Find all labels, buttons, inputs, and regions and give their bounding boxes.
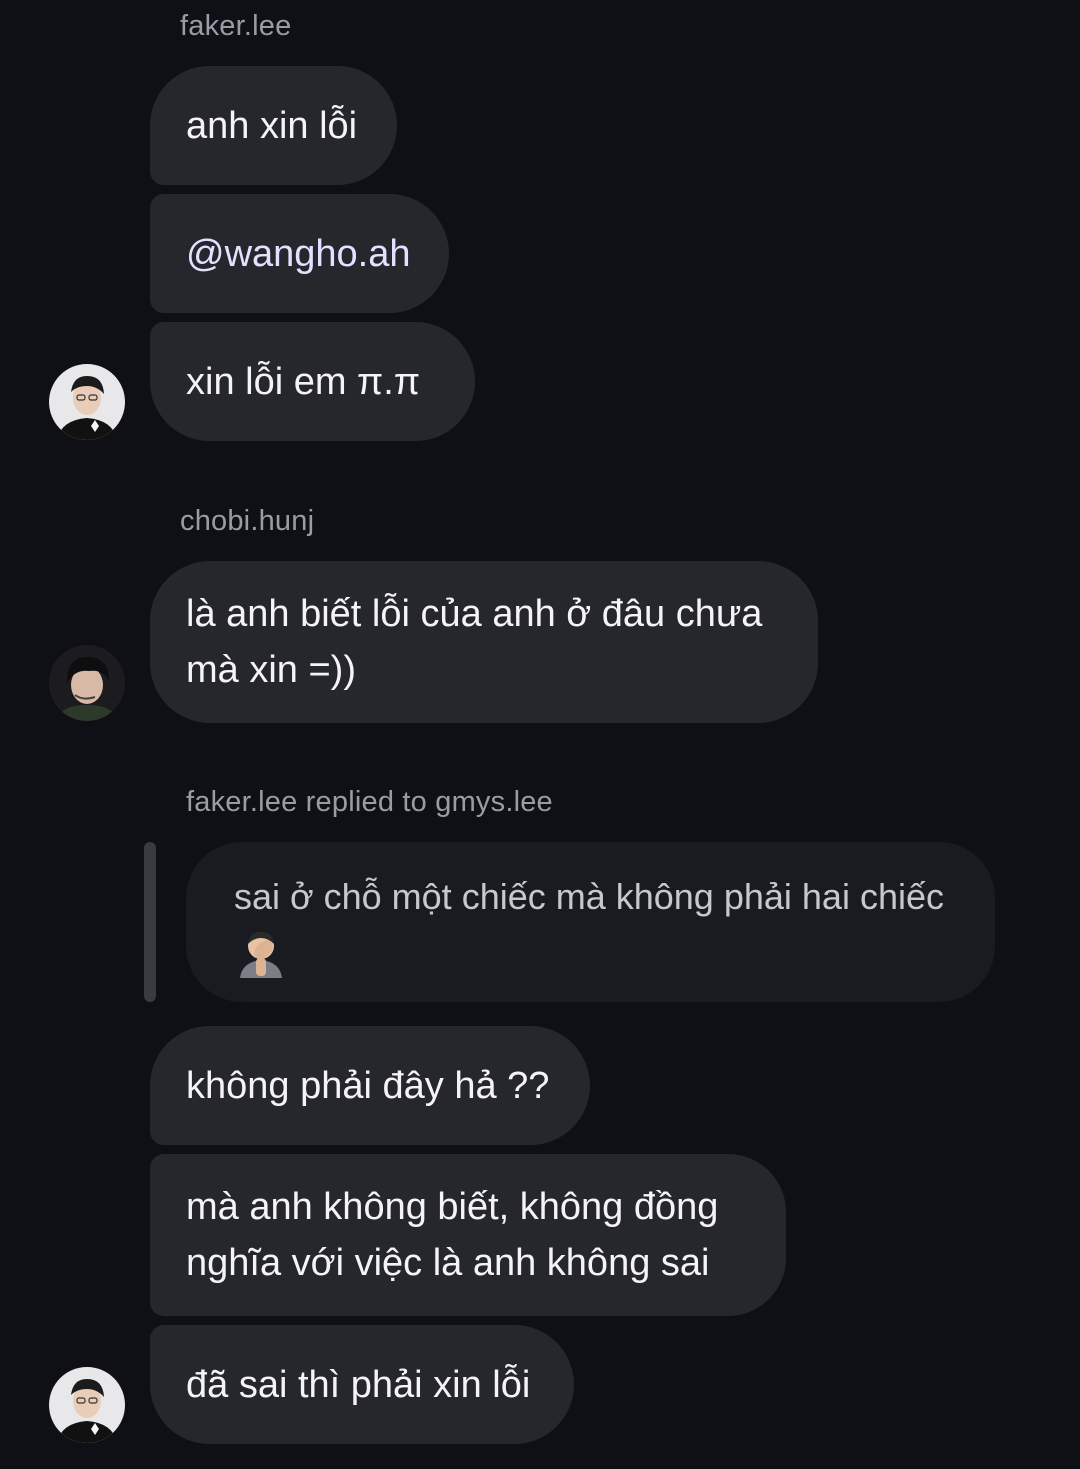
sender-name: chobi.hunj xyxy=(180,505,315,537)
message-bubble[interactable]: @wangho.ah xyxy=(150,194,449,313)
message-text: @wangho.ah xyxy=(186,232,411,275)
faker-avatar-icon[interactable] xyxy=(49,1367,125,1443)
message-text-line: mà xin =)) xyxy=(186,649,356,691)
message-bubble[interactable]: không phải đây hả ?? xyxy=(150,1026,590,1145)
reply-header: faker.lee replied to gmys.lee xyxy=(186,786,553,818)
message-text: anh xin lỗi xyxy=(186,104,358,147)
faker-avatar-icon[interactable] xyxy=(49,364,125,440)
message-bubble[interactable]: xin lỗi em π.π xyxy=(150,322,475,441)
chobi-avatar-icon[interactable] xyxy=(49,645,125,721)
message-bubble[interactable]: đã sai thì phải xin lỗi xyxy=(150,1325,574,1444)
message-text: xin lỗi em π.π xyxy=(186,360,421,403)
message-text-line: nghĩa với việc là anh không sai xyxy=(186,1242,710,1284)
face-palm-icon xyxy=(234,924,288,993)
reply-indicator-bar xyxy=(144,842,156,1002)
message-bubble[interactable]: anh xin lỗi xyxy=(150,66,397,185)
message-bubble[interactable]: mà anh không biết, không đồng nghĩa với … xyxy=(150,1154,786,1316)
message-text-line: là anh biết lỗi của anh ở đâu chưa xyxy=(186,593,763,635)
message-text: không phải đây hả ?? xyxy=(186,1064,550,1107)
sender-name: faker.lee xyxy=(180,10,292,42)
quoted-text: sai ở chỗ một chiếc mà không phải hai ch… xyxy=(234,876,944,917)
message-text-line: mà anh không biết, không đồng xyxy=(186,1186,719,1228)
message-bubble[interactable]: là anh biết lỗi của anh ở đâu chưa mà xi… xyxy=(150,561,818,723)
message-text: đã sai thì phải xin lỗi xyxy=(186,1363,531,1406)
quoted-message[interactable]: sai ở chỗ một chiếc mà không phải hai ch… xyxy=(186,842,995,1002)
